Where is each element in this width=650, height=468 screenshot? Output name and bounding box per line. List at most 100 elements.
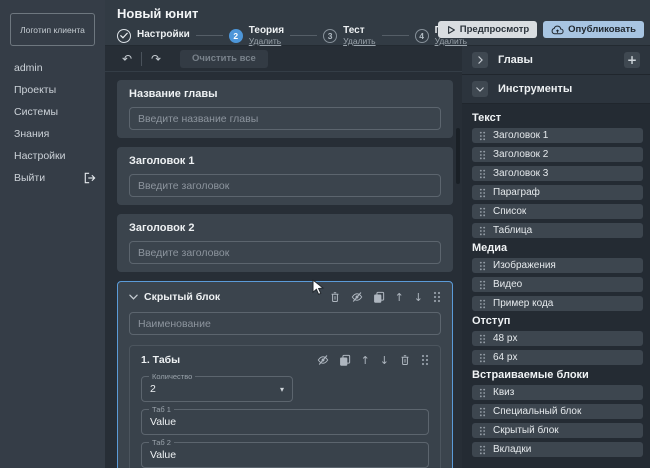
- step-theory[interactable]: 2 Теория Удалить: [229, 26, 284, 45]
- header-actions: Предпросмотр Опубликовать: [438, 21, 644, 38]
- chapters-panel-header[interactable]: Главы +: [462, 46, 650, 75]
- duplicate-icon[interactable]: [339, 354, 351, 366]
- section-title-spacing: Отступ: [472, 315, 643, 327]
- duplicate-icon[interactable]: [373, 291, 385, 303]
- tool-item-special-block[interactable]: Специальный блок: [472, 404, 643, 419]
- check-icon: [120, 32, 128, 39]
- heading2-input[interactable]: [129, 241, 441, 264]
- step-done-indicator: [117, 29, 131, 43]
- tool-item-hidden-block[interactable]: Скрытый блок: [472, 423, 643, 438]
- collapse-chevron-icon[interactable]: [129, 294, 138, 300]
- hidden-block-header: Скрытый блок ↑ ↓: [129, 288, 441, 306]
- sidebar-item-logout[interactable]: Выйти: [0, 171, 105, 184]
- tool-item-images[interactable]: Изображения: [472, 258, 643, 273]
- collapse-tools-button[interactable]: [472, 81, 488, 97]
- tool-item-label: Специальный блок: [493, 406, 581, 417]
- move-down-icon[interactable]: ↓: [414, 292, 423, 303]
- drag-handle-icon: [479, 150, 486, 160]
- drag-handle-icon: [479, 353, 486, 363]
- tabs-count-select[interactable]: Количество 2 ▾: [141, 376, 293, 402]
- sidebar-item-admin[interactable]: admin: [0, 61, 105, 74]
- right-sidebar: Главы + Инструменты Текст Заголовок 1: [462, 46, 650, 468]
- section-title-text: Текст: [472, 112, 643, 124]
- tool-item-heading2[interactable]: Заголовок 2: [472, 147, 643, 162]
- hidden-block-name-input[interactable]: [129, 312, 441, 335]
- tool-item-tabs[interactable]: Вкладки: [472, 442, 643, 457]
- tool-item-64px[interactable]: 64 px: [472, 350, 643, 365]
- sidebar-item-label: Проекты: [14, 84, 56, 96]
- heading1-input[interactable]: [129, 174, 441, 197]
- step-connector: [290, 35, 317, 36]
- hide-eye-off-icon[interactable]: [351, 291, 363, 303]
- chapter-title-label: Название главы: [129, 88, 441, 100]
- tool-item-quiz[interactable]: Квиз: [472, 385, 643, 400]
- section-title-media: Медиа: [472, 242, 643, 254]
- chapter-title-input[interactable]: [129, 107, 441, 130]
- tab1-label: Таб 1: [149, 405, 174, 414]
- tools-panel-title: Инструменты: [498, 83, 572, 95]
- sidebar-item-knowledge[interactable]: Знания: [0, 127, 105, 140]
- move-down-icon[interactable]: ↓: [380, 355, 389, 366]
- delete-icon[interactable]: [399, 354, 411, 366]
- redo-button[interactable]: ↷: [146, 53, 166, 65]
- tools-list: Текст Заголовок 1 Заголовок 2 Заголовок …: [462, 104, 650, 468]
- chevron-down-icon: ▾: [280, 385, 284, 394]
- tools-panel-header[interactable]: Инструменты: [462, 75, 650, 104]
- step-delete-link[interactable]: Удалить: [249, 37, 284, 46]
- hidden-block-card[interactable]: Скрытый блок ↑ ↓: [117, 281, 453, 468]
- tool-item-label: Заголовок 2: [493, 149, 548, 160]
- step-connector: [382, 35, 409, 36]
- move-up-icon[interactable]: ↑: [395, 292, 404, 303]
- undo-button[interactable]: ↶: [117, 53, 137, 65]
- step-connector: [196, 35, 223, 36]
- tab2-input[interactable]: [150, 449, 420, 461]
- section-title-embedded: Встраиваемые блоки: [472, 369, 643, 381]
- expand-chapters-button[interactable]: [472, 52, 488, 68]
- logout-icon: [83, 172, 97, 184]
- hide-eye-off-icon[interactable]: [317, 354, 329, 366]
- step-settings[interactable]: Настройки: [117, 29, 190, 43]
- add-chapter-button[interactable]: +: [624, 52, 640, 68]
- tool-item-heading3[interactable]: Заголовок 3: [472, 166, 643, 181]
- tool-item-48px[interactable]: 48 px: [472, 331, 643, 346]
- sidebar-item-systems[interactable]: Системы: [0, 105, 105, 118]
- tool-item-label: Видео: [493, 279, 522, 290]
- clear-all-button[interactable]: Очистить все: [180, 50, 268, 68]
- tool-item-label: Квиз: [493, 387, 514, 398]
- tool-item-heading1[interactable]: Заголовок 1: [472, 128, 643, 143]
- delete-icon[interactable]: [329, 291, 341, 303]
- editor-toolbar: ↶ ↷ Очистить все: [105, 46, 462, 72]
- tabs-block-header: 1. Табы ↑ ↓: [141, 352, 429, 368]
- tab2-field: Таб 2: [141, 442, 429, 468]
- step-label: Тест: [343, 26, 375, 37]
- drag-handle-icon[interactable]: [421, 354, 429, 366]
- sidebar-item-projects[interactable]: Проекты: [0, 83, 105, 96]
- vertical-scrollbar[interactable]: [456, 128, 460, 184]
- preview-button-label: Предпросмотр: [460, 24, 529, 35]
- main-nav: admin Проекты Системы Знания Настройки В…: [0, 61, 105, 193]
- tool-item-paragraph[interactable]: Параграф: [472, 185, 643, 200]
- move-up-icon[interactable]: ↑: [361, 355, 370, 366]
- sidebar-item-settings[interactable]: Настройки: [0, 149, 105, 162]
- tool-item-video[interactable]: Видео: [472, 277, 643, 292]
- sidebar-item-label: admin: [14, 62, 43, 74]
- preview-button[interactable]: Предпросмотр: [438, 21, 537, 38]
- tool-item-code-sample[interactable]: Пример кода: [472, 296, 643, 311]
- cloud-upload-icon: [551, 25, 564, 35]
- tool-item-label: Таблица: [493, 225, 532, 236]
- page-header: Новый юнит Настройки 2 Теория Удалить: [105, 0, 650, 46]
- tool-item-label: Параграф: [493, 187, 540, 198]
- publish-button[interactable]: Опубликовать: [543, 21, 644, 38]
- chevron-right-icon: [478, 56, 483, 64]
- app-root: Логотип клиента admin Проекты Системы Зн…: [0, 0, 650, 468]
- chapters-panel-title: Главы: [498, 54, 533, 66]
- drag-handle-icon[interactable]: [433, 291, 441, 303]
- step-test[interactable]: 3 Тест Удалить: [323, 26, 375, 45]
- toolbar-divider: [141, 52, 142, 66]
- tool-item-table[interactable]: Таблица: [472, 223, 643, 238]
- tab1-input[interactable]: [150, 416, 420, 428]
- step-delete-link[interactable]: Удалить: [343, 37, 375, 46]
- drag-handle-icon: [479, 226, 486, 236]
- tool-item-label: Список: [493, 206, 526, 217]
- tool-item-list[interactable]: Список: [472, 204, 643, 219]
